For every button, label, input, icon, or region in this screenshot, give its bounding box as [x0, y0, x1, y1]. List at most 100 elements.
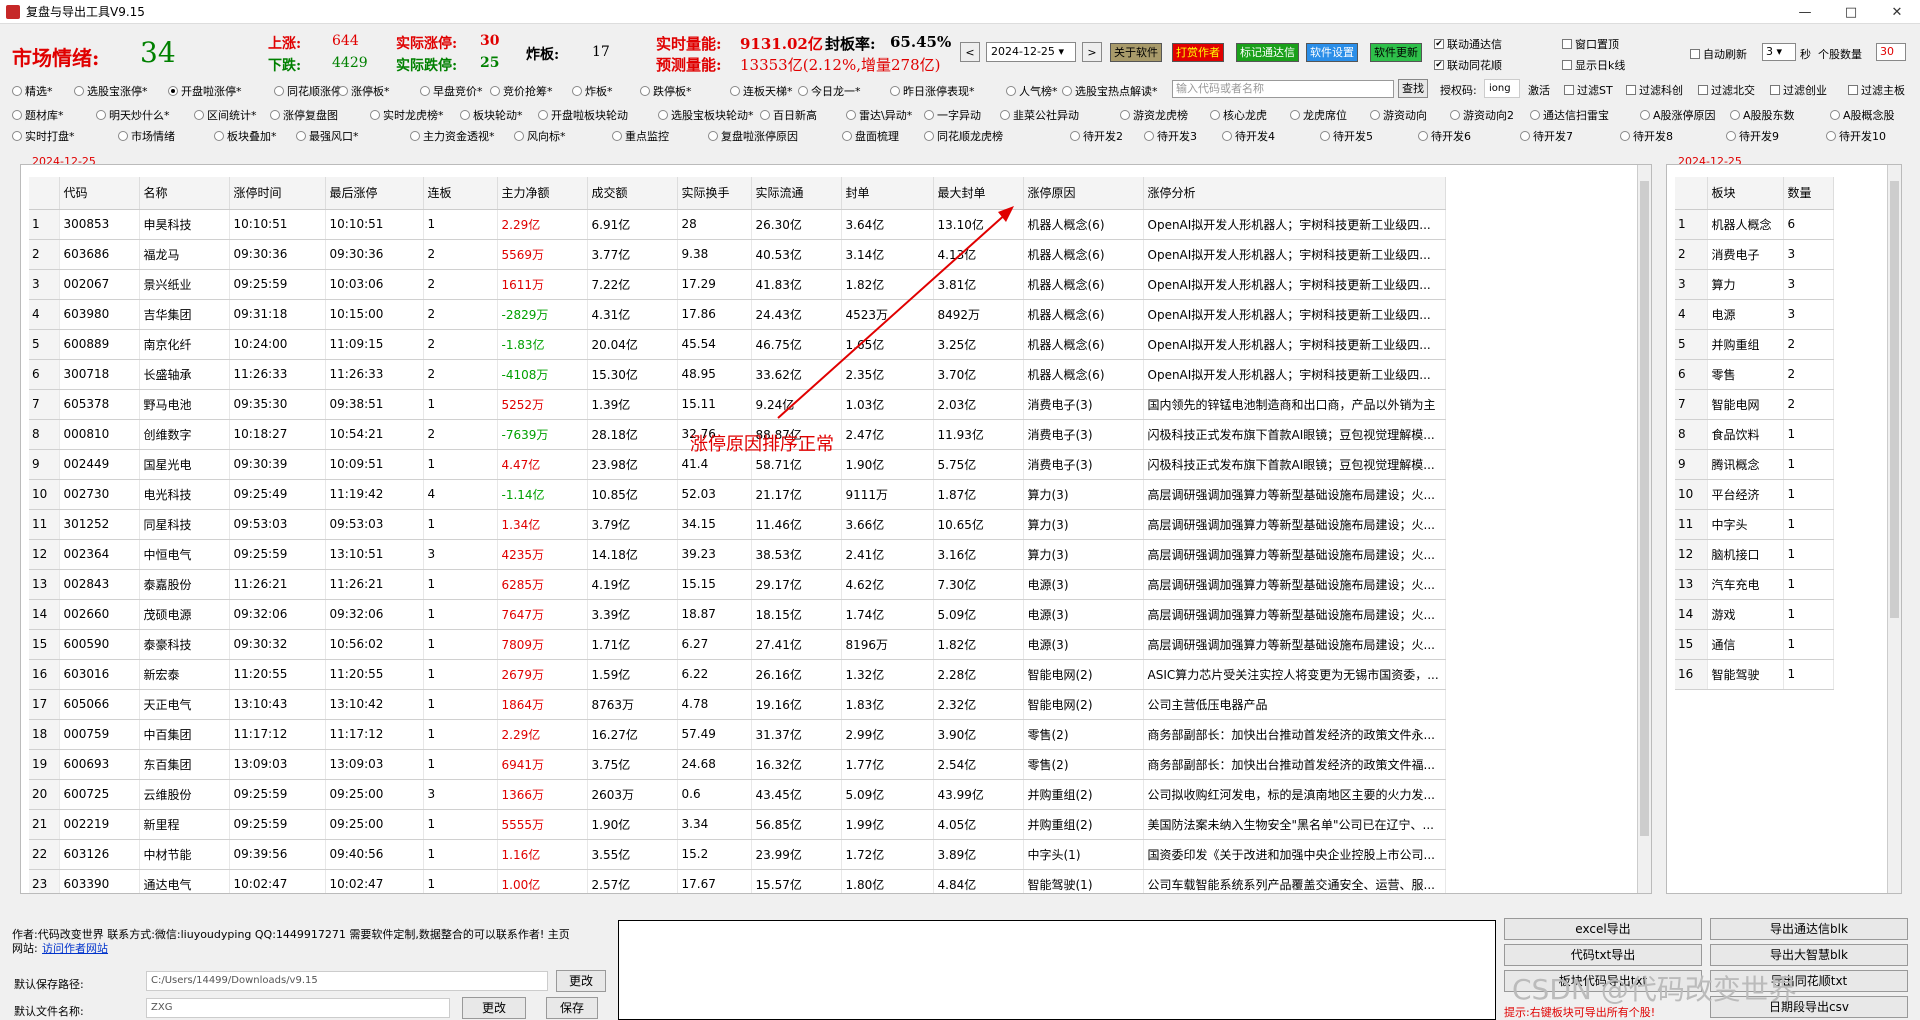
radio-row1-8[interactable]: 跌停板*: [640, 83, 692, 99]
radio-row2-13[interactable]: 核心龙虎: [1210, 107, 1267, 123]
radio-row2-7[interactable]: 选股宝板块轮动*: [658, 107, 754, 123]
header-cell[interactable]: 最大封单: [933, 177, 1024, 210]
radio-row1-12[interactable]: 人气榜*: [1006, 83, 1058, 99]
close-button[interactable]: ✕: [1874, 0, 1920, 24]
header-cell[interactable]: 涨停分析: [1143, 177, 1446, 210]
maximize-button[interactable]: □: [1828, 0, 1874, 24]
table-row[interactable]: 6 300718 长盛轴承 11:26:33 11:26:33 2 -4108万 15.30亿…: [29, 359, 1446, 390]
radio-row3-16[interactable]: 待开发8: [1620, 128, 1673, 144]
radio-row1-4[interactable]: 涨停板*: [338, 83, 390, 99]
dzh-export-button[interactable]: 导出大智慧blk: [1710, 944, 1908, 966]
radio-row2-3[interactable]: 涨停复盘图: [270, 107, 338, 123]
radio-row2-5[interactable]: 板块轮动*: [460, 107, 523, 123]
table-row[interactable]: 12 002364 中恒电气 09:25:59 13:10:51 3 4235万 14.18亿…: [29, 539, 1446, 570]
next-date-button[interactable]: >: [1082, 42, 1102, 62]
table-row[interactable]: 16 智能驾驶 1: [1675, 659, 1834, 690]
radio-row2-0[interactable]: 题材库*: [12, 107, 64, 123]
radio-row2-1[interactable]: 明天炒什么*: [96, 107, 170, 123]
about-button[interactable]: 关于软件: [1110, 43, 1162, 62]
radio-row2-12[interactable]: 游资龙虎榜: [1120, 107, 1188, 123]
mark-tdx-button[interactable]: 标记通达信: [1236, 43, 1299, 62]
search-button[interactable]: 查找: [1398, 79, 1428, 98]
table-row[interactable]: 11 中字头 1: [1675, 509, 1834, 540]
author-site-link[interactable]: 访问作者网站: [42, 940, 108, 956]
header-cell[interactable]: [1675, 177, 1708, 210]
radio-row2-19[interactable]: A股股东数: [1730, 107, 1795, 123]
radio-row3-0[interactable]: 实时打盘*: [12, 128, 75, 144]
radio-row3-3[interactable]: 最强风口*: [296, 128, 359, 144]
table-row[interactable]: 22 603126 中材节能 09:39:56 09:40:56 1 1.16亿 3.55亿 1…: [29, 839, 1446, 870]
table-row[interactable]: 15 通信 1: [1675, 629, 1834, 660]
header-cell[interactable]: 涨停时间: [229, 177, 326, 210]
table-row[interactable]: 19 600693 东百集团 13:09:03 13:09:03 1 6941万 3.75亿 2…: [29, 749, 1446, 780]
change-name-button[interactable]: 更改: [462, 997, 526, 1019]
excel-export-button[interactable]: excel导出: [1504, 918, 1702, 940]
table-row[interactable]: 13 002843 泰嘉股份 11:26:21 11:26:21 1 6285万 4.19亿 1…: [29, 569, 1446, 600]
header-cell[interactable]: 实际流通: [751, 177, 842, 210]
change-path-button[interactable]: 更改: [556, 970, 606, 992]
header-cell[interactable]: 涨停原因: [1023, 177, 1144, 210]
table-row[interactable]: 23 603390 通达电气 10:02:47 10:02:47 1 1.00亿 2.57亿 1…: [29, 869, 1446, 893]
link-ths-checkbox[interactable]: ✔ 联动同花顺: [1434, 57, 1502, 73]
header-cell[interactable]: 板块: [1707, 177, 1784, 210]
table-row[interactable]: 13 汽车充电 1: [1675, 569, 1834, 600]
pin-window-checkbox[interactable]: 窗口置顶: [1562, 36, 1619, 52]
radio-row2-14[interactable]: 龙虎席位: [1290, 107, 1347, 123]
table-row[interactable]: 9 腾讯概念 1: [1675, 449, 1834, 480]
radio-row3-1[interactable]: 市场情绪: [118, 128, 175, 144]
sector-table-scrollbar[interactable]: [1887, 165, 1901, 893]
table-row[interactable]: 15 600590 泰豪科技 09:30:32 10:56:02 1 7809万 1.71亿 6…: [29, 629, 1446, 660]
radio-row2-10[interactable]: 一字异动: [924, 107, 981, 123]
radio-row2-2[interactable]: 区间统计*: [194, 107, 257, 123]
radio-row3-12[interactable]: 待开发4: [1222, 128, 1275, 144]
radio-row2-6[interactable]: 开盘啦板块轮动: [538, 107, 628, 123]
table-row[interactable]: 7 605378 野马电池 09:35:30 09:38:51 1 5252万 1.39亿 15…: [29, 389, 1446, 420]
table-row[interactable]: 16 603016 新宏泰 11:20:55 11:20:55 1 2679万 1.59亿 6.…: [29, 659, 1446, 690]
radio-row3-8[interactable]: 盘面梳理: [842, 128, 899, 144]
radio-row2-8[interactable]: 百日新高: [760, 107, 817, 123]
radio-row2-18[interactable]: A股涨停原因: [1640, 107, 1716, 123]
table-row[interactable]: 2 603686 福龙马 09:30:36 09:30:36 2 5569万 3.77亿 9.3…: [29, 239, 1446, 270]
filter-kc-checkbox[interactable]: 过滤科创: [1626, 82, 1683, 98]
stock-count-input[interactable]: 30: [1876, 43, 1906, 61]
update-button[interactable]: 软件更新: [1370, 43, 1422, 62]
date-picker[interactable]: 2024-12-25 ▾: [986, 42, 1076, 62]
prev-date-button[interactable]: <: [960, 42, 980, 62]
table-row[interactable]: 20 600725 云维股份 09:25:59 09:25:00 3 1366万 2603万 0…: [29, 779, 1446, 810]
radio-row2-4[interactable]: 实时龙虎榜*: [370, 107, 444, 123]
save-path-input[interactable]: C:/Users/14499/Downloads/v9.15: [146, 971, 548, 991]
table-row[interactable]: 12 脑机接口 1: [1675, 539, 1834, 570]
radio-row1-10[interactable]: 今日龙一*: [798, 83, 861, 99]
radio-row3-11[interactable]: 待开发3: [1144, 128, 1197, 144]
table-row[interactable]: 1 300853 申昊科技 10:10:51 10:10:51 1 2.29亿 6.91亿 28…: [29, 209, 1446, 240]
minimize-button[interactable]: —: [1782, 0, 1828, 24]
table-row[interactable]: 3 算力 3: [1675, 269, 1834, 300]
table-row[interactable]: 7 智能电网 2: [1675, 389, 1834, 420]
radio-row1-3[interactable]: 同花顺涨停*: [274, 83, 348, 99]
header-cell[interactable]: 连板: [423, 177, 498, 210]
header-cell[interactable]: 代码: [59, 177, 140, 210]
tdx-export-button[interactable]: 导出通达信blk: [1710, 918, 1908, 940]
radio-row1-7[interactable]: 炸板*: [572, 83, 613, 99]
radio-row2-16[interactable]: 游资动向2: [1450, 107, 1514, 123]
radio-row3-7[interactable]: 复盘啦涨停原因: [708, 128, 798, 144]
table-row[interactable]: 21 002219 新里程 09:25:59 09:25:00 1 5555万 1.90亿 3.…: [29, 809, 1446, 840]
auto-refresh-checkbox[interactable]: 自动刷新: [1690, 46, 1747, 62]
table-row[interactable]: 1 机器人概念 6: [1675, 209, 1834, 240]
table-row[interactable]: 2 消费电子 3: [1675, 239, 1834, 270]
radio-row1-13[interactable]: 选股宝热点解读*: [1062, 83, 1158, 99]
header-cell[interactable]: 数量: [1783, 177, 1834, 210]
table-row[interactable]: 14 002660 茂硕电源 09:32:06 09:32:06 1 7647万 3.39亿 1…: [29, 599, 1446, 630]
radio-row2-20[interactable]: A股概念股: [1830, 107, 1895, 123]
radio-row3-5[interactable]: 风向标*: [514, 128, 566, 144]
txt-export-button[interactable]: 代码txt导出: [1504, 944, 1702, 966]
settings-button[interactable]: 软件设置: [1306, 43, 1358, 62]
header-cell[interactable]: [29, 177, 60, 210]
table-row[interactable]: 8 食品饮料 1: [1675, 419, 1834, 450]
radio-row3-2[interactable]: 板块叠加*: [214, 128, 277, 144]
auth-input[interactable]: iong: [1484, 79, 1520, 98]
filter-cy-checkbox[interactable]: 过滤创业: [1770, 82, 1827, 98]
radio-row3-4[interactable]: 主力资金透视*: [410, 128, 495, 144]
radio-row2-11[interactable]: 韭菜公社异动: [1000, 107, 1079, 123]
table-row[interactable]: 4 电源 3: [1675, 299, 1834, 330]
